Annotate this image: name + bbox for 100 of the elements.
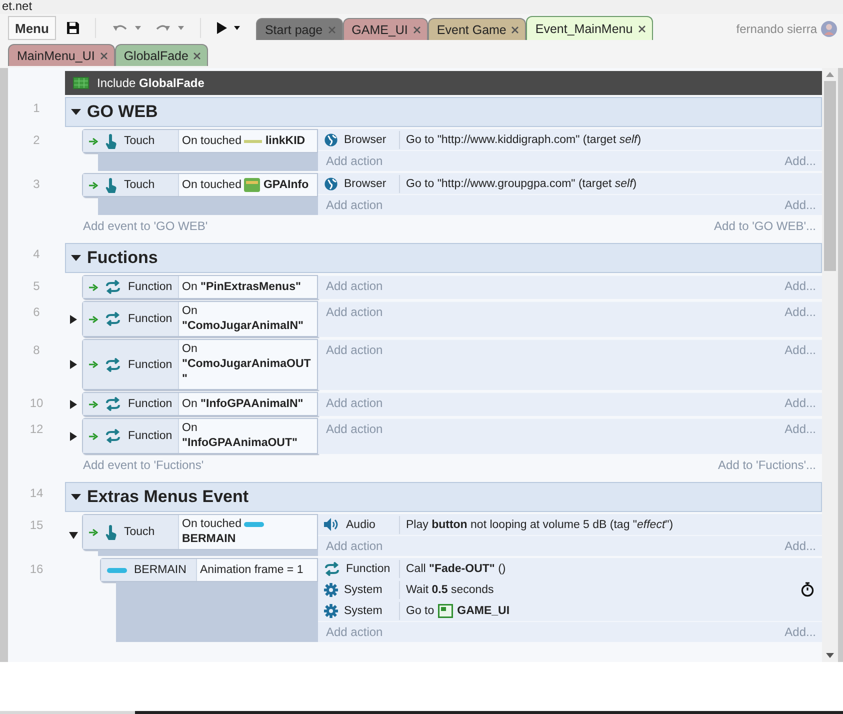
condition-text: On "InfoGPAAnimaOUT"	[182, 421, 298, 451]
gear-icon	[324, 582, 338, 596]
arrow-icon	[89, 182, 98, 188]
line-number: 6	[32, 304, 41, 321]
collapse-icon[interactable]	[71, 107, 81, 117]
condition-card[interactable]: Function On "ComoJugarAnimaOUT"	[82, 339, 318, 390]
tab[interactable]: GlobalFade	[114, 44, 208, 66]
group-title: GO WEB	[87, 102, 158, 122]
bar-icon	[107, 568, 127, 572]
expander-icon[interactable]	[69, 432, 78, 440]
object-name: System	[344, 584, 382, 596]
caret-icon[interactable]	[234, 26, 240, 30]
include-text: Include GlobalFade	[97, 76, 204, 90]
tab[interactable]: MainMenu_UI	[8, 44, 115, 66]
loop-arrows-icon	[105, 358, 121, 372]
expander-icon[interactable]	[69, 530, 78, 540]
line-number: 10	[28, 395, 44, 412]
arrow-icon	[89, 528, 98, 536]
scrollbar[interactable]	[822, 68, 838, 662]
object-name: Function	[128, 398, 172, 410]
close-icon[interactable]	[511, 26, 520, 34]
action-row[interactable]: Browser Go to "http://www.groupgpa.com" (target self)	[318, 173, 822, 194]
globe-icon	[324, 132, 338, 146]
action-text: Go to "http://www.groupgpa.com" (target self)	[406, 178, 637, 190]
group-title: Extras Menus Event	[87, 487, 249, 507]
condition-text: On touched	[182, 517, 242, 532]
action-row[interactable]: Audio Play button not looping at volume 5 dB (tag "effect")	[318, 514, 822, 535]
loop-arrows-icon	[105, 429, 121, 443]
sprite-icon	[244, 178, 260, 192]
action-text: Call "Fade-OUT" ()	[406, 562, 506, 574]
collapse-icon[interactable]	[71, 253, 81, 263]
line-number: 16	[28, 561, 44, 578]
arrow-icon	[89, 361, 98, 368]
save-icon[interactable]	[66, 21, 80, 35]
gear-icon	[324, 604, 338, 618]
grid-icon	[73, 77, 89, 89]
expander-icon[interactable]	[69, 400, 78, 408]
user-name: fernando sierra	[736, 22, 817, 36]
group-header[interactable]: Extras Menus Event	[65, 482, 822, 512]
object-name: Function	[346, 562, 390, 574]
tab[interactable]: Event_MainMenu	[526, 16, 653, 40]
object-name: GPAInfo	[263, 178, 309, 192]
action-row[interactable]: System Go to GAME_UI	[318, 600, 822, 621]
action-text: Go to "http://www.kiddigraph.com" (target self)	[406, 134, 642, 146]
object-name: Browser	[344, 178, 386, 190]
condition-card[interactable]: Touch On touched BERMAIN	[82, 514, 318, 550]
tab[interactable]: Start page	[256, 18, 343, 40]
collapse-icon[interactable]	[71, 492, 81, 502]
tab[interactable]: Event Game	[428, 18, 526, 40]
arrow-icon	[89, 432, 98, 440]
group-title: Fuctions	[87, 248, 158, 268]
include-bar[interactable]: Include GlobalFade	[65, 71, 822, 95]
close-icon[interactable]	[193, 52, 202, 60]
close-icon[interactable]	[100, 52, 108, 60]
layout-icon	[438, 604, 454, 618]
condition-text: On touched	[182, 178, 242, 192]
object-name: Touch	[124, 135, 155, 147]
action-row[interactable]: System Wait 0.5 seconds	[318, 579, 822, 600]
expander-icon[interactable]	[69, 314, 78, 324]
action-text: Play button not looping at volume 5 dB (tag "effect")	[406, 518, 674, 530]
tab[interactable]: GAME_UI	[342, 18, 428, 40]
close-icon[interactable]	[412, 26, 421, 34]
expander-icon[interactable]	[69, 360, 78, 369]
object-name: Touch	[124, 526, 155, 538]
play-icon[interactable]	[216, 22, 227, 34]
hand-icon	[105, 524, 117, 540]
scroll-down-icon[interactable]	[826, 653, 834, 658]
close-icon[interactable]	[638, 24, 646, 32]
scrollbar-thumb[interactable]	[824, 81, 836, 271]
loop-arrows-icon	[105, 397, 121, 411]
object-name: Function	[128, 281, 172, 293]
line-number: 4	[32, 246, 41, 263]
object-name: Function	[128, 430, 172, 442]
action-row[interactable]: Browser Go to "http://www.kiddigraph.com" (target self)	[318, 129, 822, 150]
line-number: 3	[32, 176, 41, 193]
arrow-icon	[89, 138, 98, 144]
arrow-icon	[89, 400, 98, 408]
condition-card[interactable]: Function On "InfoGPAAnimaIN"	[82, 392, 318, 416]
object-name: Audio	[346, 518, 376, 530]
condition-card[interactable]: Function On "PinExtrasMenus"	[82, 275, 318, 299]
loop-arrows-icon	[324, 562, 340, 576]
condition-text: On "PinExtrasMenus"	[182, 280, 301, 294]
action-row[interactable]: Function Call "Fade-OUT" ()	[318, 558, 822, 579]
line-number: 12	[28, 421, 44, 438]
condition-card[interactable]: Touch On touched linkKID	[82, 129, 318, 153]
condition-text: On touched	[182, 134, 242, 148]
condition-text: On "ComoJugarAnimaOUT"	[182, 342, 312, 387]
action-text: Wait 0.5 seconds	[406, 584, 494, 596]
hand-icon	[105, 178, 117, 192]
bar-icon	[244, 522, 264, 527]
object-name: linkKID	[265, 134, 306, 148]
group-header[interactable]: GO WEB	[65, 97, 822, 127]
condition-text: On "ComoJugarAnimaIN"	[182, 304, 304, 334]
condition-text: On "InfoGPAAnimaIN"	[182, 396, 304, 412]
hand-icon	[105, 134, 117, 148]
condition-card[interactable]: BERMAIN Animation frame = 1	[100, 558, 318, 582]
arrow-icon	[89, 316, 98, 322]
menu-button[interactable]: Menu	[8, 16, 56, 40]
condition-card[interactable]: Touch On touched GPAInfo	[82, 173, 318, 197]
group-header[interactable]: Fuctions	[65, 243, 822, 273]
